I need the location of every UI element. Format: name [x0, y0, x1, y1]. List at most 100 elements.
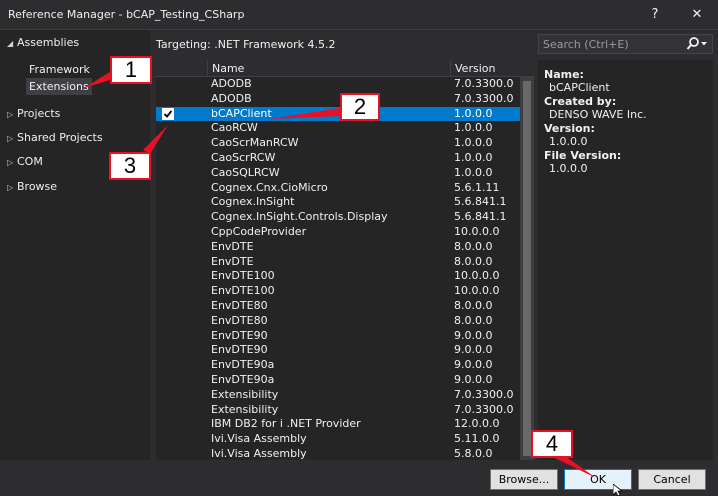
- search-input[interactable]: [539, 35, 689, 53]
- table-row[interactable]: CaoRCW 1.0.0.0: [156, 121, 520, 136]
- search-icon[interactable]: [686, 36, 708, 52]
- checkbox[interactable]: [162, 226, 174, 238]
- callout-2: 2: [340, 93, 380, 121]
- collapsed-arrow-icon: ▷: [7, 110, 14, 119]
- checkbox[interactable]: [162, 78, 174, 90]
- table-row[interactable]: CaoScrManRCW 1.0.0.0: [156, 136, 520, 151]
- expanded-arrow-icon: ◢: [7, 39, 14, 48]
- table-row[interactable]: EnvDTE 8.0.0.0: [156, 240, 520, 255]
- checkbox[interactable]: [162, 241, 174, 253]
- checkbox[interactable]: [162, 152, 174, 164]
- row-version: 10.0.0.0: [454, 225, 500, 238]
- row-version: 1.0.0.0: [454, 106, 493, 120]
- table-row[interactable]: bCAPClient 1.0.0.0: [156, 106, 520, 122]
- checkbox[interactable]: [162, 433, 174, 445]
- checkbox[interactable]: [162, 404, 174, 416]
- checkbox[interactable]: [162, 359, 174, 371]
- checkbox[interactable]: [162, 196, 174, 208]
- row-version: 7.0.3300.0: [454, 91, 514, 105]
- table-row[interactable]: EnvDTE 8.0.0.0: [156, 255, 520, 270]
- nav-item-shared-projects[interactable]: ▷ Shared Projects: [0, 128, 103, 148]
- scrollbar-thumb[interactable]: [523, 81, 531, 456]
- nav-item-assemblies[interactable]: ◢ Assemblies: [0, 33, 79, 53]
- table-row[interactable]: Extensibility 7.0.3300.0: [156, 403, 520, 418]
- nav-item-projects[interactable]: ▷ Projects: [0, 104, 60, 124]
- nav-subitem-extensions[interactable]: Extensions: [26, 78, 92, 95]
- row-version: 12.0.0.0: [454, 417, 500, 431]
- row-name: EnvDTE80: [211, 313, 268, 327]
- checkbox[interactable]: [162, 93, 174, 105]
- nav-item-com[interactable]: ▷ COM: [0, 152, 43, 172]
- checkbox[interactable]: [162, 300, 174, 312]
- row-version: 9.0.0.0: [454, 328, 493, 342]
- row-name: Ivi.Visa Assembly: [211, 447, 307, 460]
- checkbox[interactable]: [162, 122, 174, 134]
- row-name: Extensibility: [211, 402, 279, 416]
- checkbox[interactable]: [162, 330, 174, 342]
- vertical-scrollbar[interactable]: [520, 77, 534, 460]
- row-version: 7.0.3300.0: [454, 402, 514, 416]
- help-button[interactable]: ?: [640, 0, 670, 30]
- row-name: EnvDTE90a: [211, 358, 275, 372]
- checkbox[interactable]: [162, 389, 174, 401]
- checkbox[interactable]: [162, 256, 174, 268]
- version-column-header[interactable]: Version: [450, 60, 534, 77]
- row-name: EnvDTE100: [211, 269, 275, 283]
- row-version: 1.0.0.0: [454, 121, 493, 135]
- table-row[interactable]: EnvDTE100 10.0.0.0: [156, 269, 520, 284]
- table-row[interactable]: CppCodeProvider 10.0.0.0: [156, 225, 520, 240]
- browse-button[interactable]: Browse...: [490, 469, 558, 490]
- row-version: 9.0.0.0: [454, 343, 493, 357]
- checkbox[interactable]: [162, 137, 174, 149]
- table-row[interactable]: Ivi.Visa Assembly 5.8.0.0: [156, 447, 520, 460]
- row-version: 1.0.0.0: [454, 165, 493, 179]
- nav-subitem-framework[interactable]: Framework: [26, 61, 93, 78]
- row-name: EnvDTE90a: [211, 373, 275, 386]
- checkbox[interactable]: [162, 182, 174, 194]
- close-button[interactable]: ✕: [682, 0, 712, 30]
- checkbox[interactable]: [162, 270, 174, 282]
- row-name: EnvDTE100: [211, 284, 275, 298]
- table-row[interactable]: EnvDTE90 9.0.0.0: [156, 329, 520, 344]
- table-row[interactable]: Extensibility 7.0.3300.0: [156, 388, 520, 403]
- nav-item-browse[interactable]: ▷ Browse: [0, 177, 57, 197]
- table-row[interactable]: IBM DB2 for i .NET Provider 12.0.0.0: [156, 417, 520, 432]
- checkbox[interactable]: [162, 448, 174, 460]
- table-row[interactable]: Ivi.Visa Assembly 5.11.0.0: [156, 432, 520, 447]
- table-row[interactable]: EnvDTE90a 9.0.0.0: [156, 358, 520, 373]
- table-row[interactable]: CaoSQLRCW 1.0.0.0: [156, 166, 520, 181]
- detail-version-value: 1.0.0.0: [549, 135, 588, 148]
- cancel-button[interactable]: Cancel: [638, 469, 706, 490]
- row-name: EnvDTE: [211, 254, 254, 268]
- row-name: CaoRCW: [211, 121, 258, 135]
- table-row[interactable]: EnvDTE100 10.0.0.0: [156, 284, 520, 299]
- table-row[interactable]: ADODB 7.0.3300.0: [156, 92, 520, 107]
- dialog-footer: Browse... OK Cancel: [0, 460, 718, 496]
- row-name: EnvDTE90: [211, 328, 268, 342]
- row-version: 5.6.841.1: [454, 195, 507, 209]
- row-name: EnvDTE: [211, 239, 254, 253]
- checkbox[interactable]: [162, 315, 174, 327]
- row-version: 5.8.0.0: [454, 447, 493, 460]
- close-icon: ✕: [691, 7, 703, 22]
- row-name: CaoScrManRCW: [211, 136, 299, 150]
- checkbox-checked-icon[interactable]: [162, 107, 174, 120]
- table-row[interactable]: Cognex.Cnx.CioMicro 5.6.1.11: [156, 181, 520, 196]
- table-row[interactable]: CaoScrRCW 1.0.0.0: [156, 151, 520, 166]
- checkbox[interactable]: [162, 211, 174, 223]
- table-row[interactable]: EnvDTE90 9.0.0.0: [156, 343, 520, 358]
- checkbox[interactable]: [162, 374, 174, 386]
- checkbox[interactable]: [162, 167, 174, 179]
- table-row[interactable]: EnvDTE90a 9.0.0.0: [156, 373, 520, 388]
- detail-file-version-value: 1.0.0.0: [549, 162, 588, 175]
- table-row[interactable]: EnvDTE80 8.0.0.0: [156, 314, 520, 329]
- checkbox[interactable]: [162, 285, 174, 297]
- checkbox[interactable]: [162, 344, 174, 356]
- name-column-header[interactable]: Name: [207, 60, 450, 77]
- table-row[interactable]: ADODB 7.0.3300.0: [156, 77, 520, 92]
- checkbox[interactable]: [162, 418, 174, 430]
- table-row[interactable]: EnvDTE80 8.0.0.0: [156, 299, 520, 314]
- table-row[interactable]: Cognex.InSight.Controls.Display 5.6.841.1: [156, 210, 520, 225]
- table-row[interactable]: Cognex.InSight 5.6.841.1: [156, 195, 520, 210]
- row-name: Ivi.Visa Assembly: [211, 432, 307, 446]
